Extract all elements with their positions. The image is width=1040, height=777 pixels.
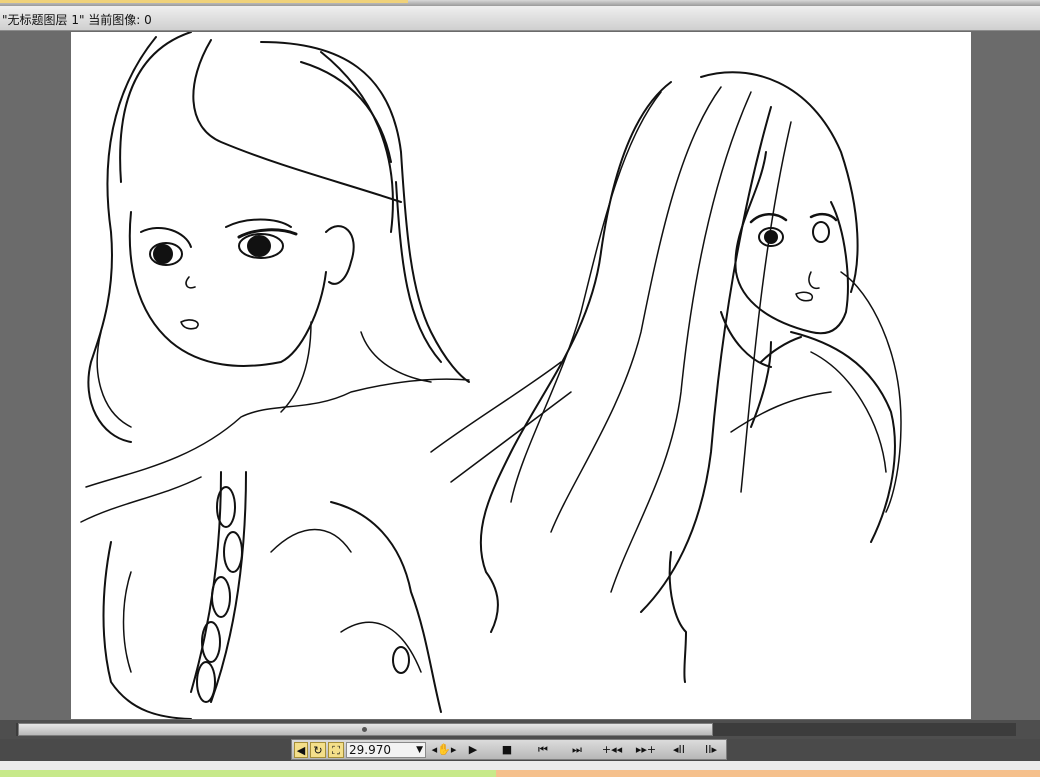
animation-controls: ◀ ↻ ⛶ 29.970 ▼ ◂✋▸ ▶ ■ ⏮ ⏭ +◂◂ ▸▸+ ◂II I… [291,739,727,760]
add-next-frame-button[interactable]: ▸▸+ [632,742,660,758]
scrollbar-grip-icon [362,727,367,732]
loop-icon[interactable]: ↻ [310,742,326,758]
last-frame-button[interactable]: ⏭ [566,742,588,758]
document-title-bar: "无标题图层 1" 当前图像: 0 [0,6,1040,31]
stop-button[interactable]: ■ [498,742,516,758]
animation-toolbar: ◀ ↻ ⛶ 29.970 ▼ ◂✋▸ ▶ ■ ⏮ ⏭ +◂◂ ▸▸+ ◂II I… [0,739,1040,761]
status-bar [0,761,1040,777]
fps-select[interactable]: 29.970 ▼ [346,742,426,758]
hand-tool-button[interactable]: ◂✋▸ [430,742,458,758]
first-frame-button[interactable]: ⏮ [532,742,554,758]
next-frame-button[interactable]: II▸ [700,742,722,758]
horizontal-scrollbar[interactable] [0,720,1040,739]
top-accent [0,0,408,3]
document-title: "无标题图层 1" 当前图像: 0 [2,13,152,27]
sketch-artwork [80,32,902,719]
drawing-canvas[interactable] [71,32,971,719]
fit-frame-icon[interactable]: ⛶ [328,742,344,758]
chevron-down-icon: ▼ [416,745,423,755]
status-progress-green [0,770,496,777]
fps-value: 29.970 [349,743,391,757]
prev-frame-button[interactable]: ◂II [668,742,690,758]
play-button[interactable]: ▶ [464,742,482,758]
speaker-icon[interactable]: ◀ [294,742,308,758]
add-prev-frame-button[interactable]: +◂◂ [598,742,626,758]
status-progress-orange [496,770,1040,777]
